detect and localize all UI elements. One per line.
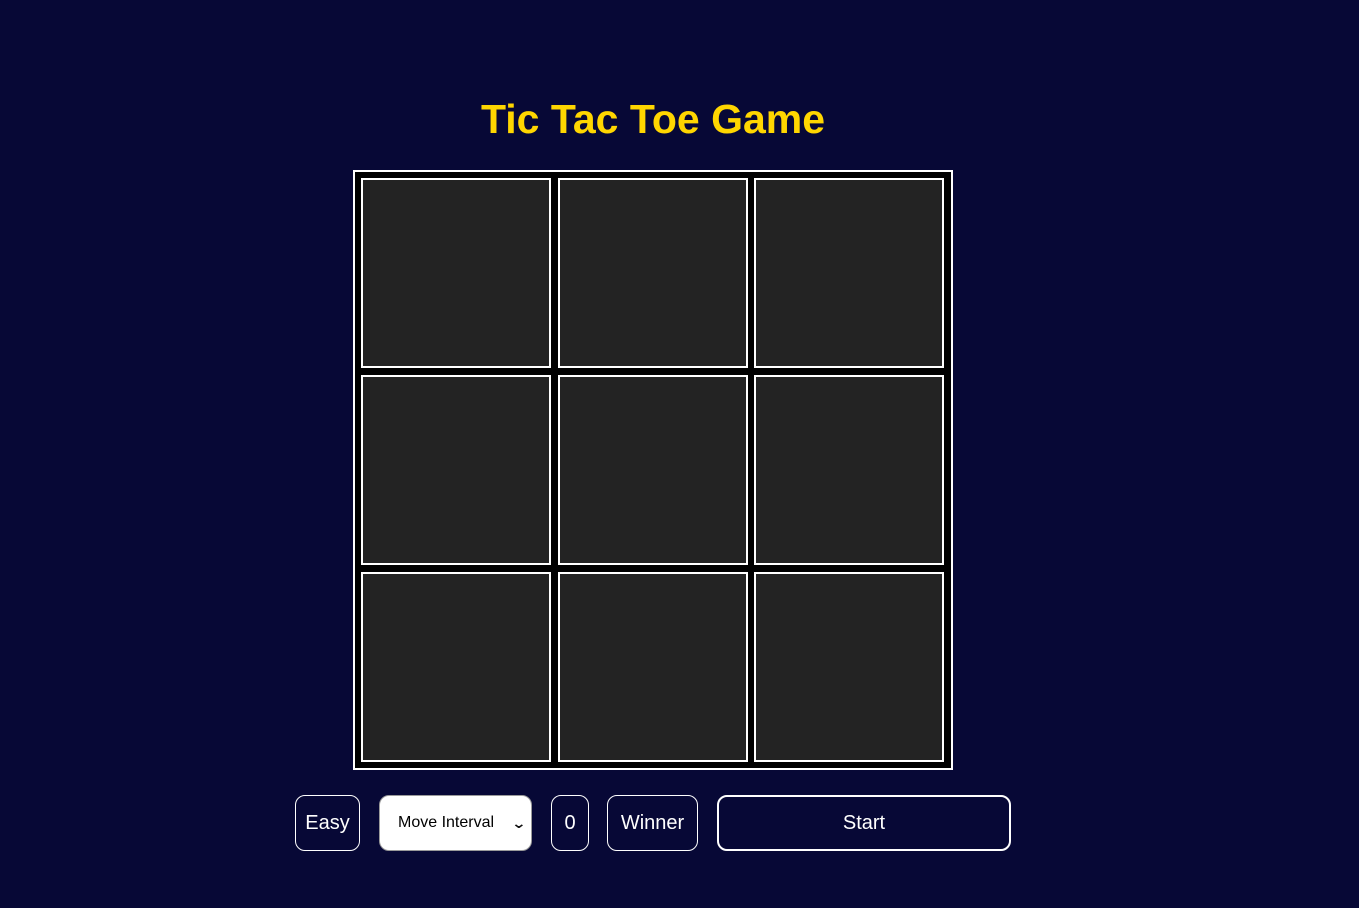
board-cell-5[interactable] [558, 375, 748, 565]
board-cell-9[interactable] [754, 572, 944, 762]
board-cell-4[interactable] [361, 375, 551, 565]
board-cell-8[interactable] [558, 572, 748, 762]
winner-label: Winner [620, 811, 685, 834]
game-board [353, 170, 953, 770]
board-cell-3[interactable] [754, 178, 944, 368]
board-cell-2[interactable] [558, 178, 748, 368]
difficulty-badge: Easy [295, 795, 360, 851]
board-cell-6[interactable] [754, 375, 944, 565]
chevron-down-icon: ⌄ [511, 814, 527, 831]
move-interval-select[interactable]: Move Interval ⌄ [379, 795, 532, 851]
board-cell-7[interactable] [361, 572, 551, 762]
board-cell-1[interactable] [361, 178, 551, 368]
score-display: 0 [551, 795, 589, 851]
start-button-label: Start [842, 811, 886, 834]
page-title: Tic Tac Toe Game [480, 96, 826, 142]
score-value: 0 [564, 811, 576, 834]
start-button[interactable]: Start [717, 795, 1011, 851]
winner-display: Winner [607, 795, 698, 851]
move-interval-selected: Move Interval [398, 814, 495, 831]
difficulty-label: Easy [305, 811, 350, 834]
